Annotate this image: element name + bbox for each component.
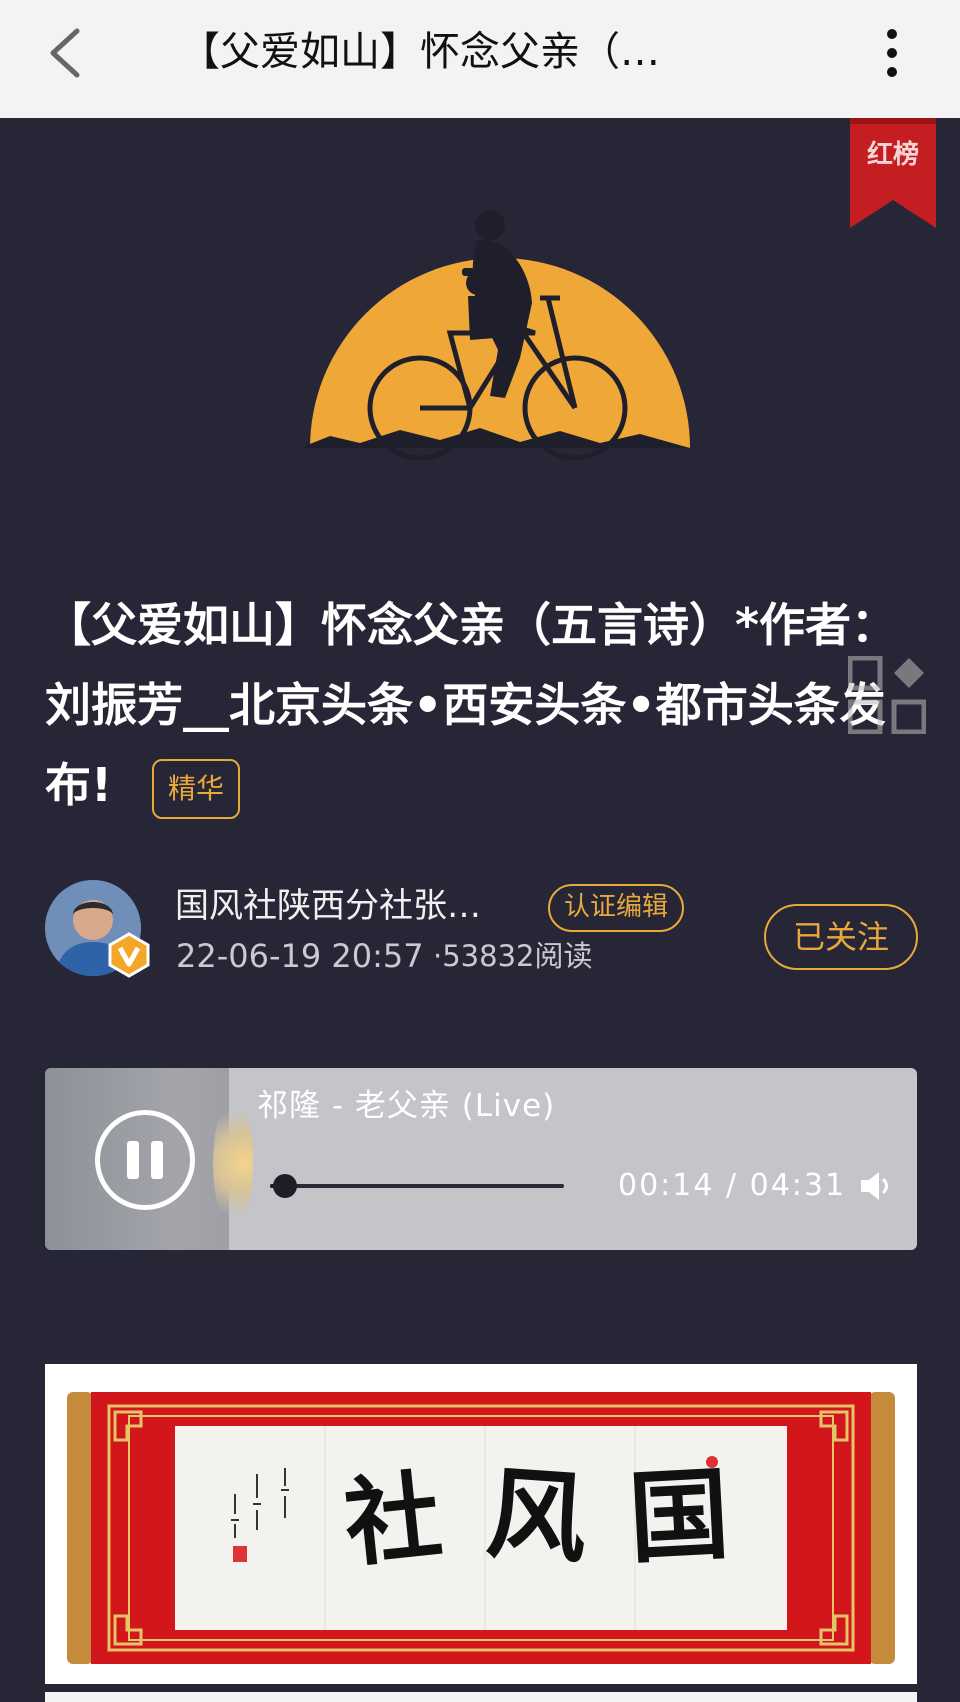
red-ribbon-badge: 红榜 [850, 118, 936, 228]
grid-apps-icon[interactable] [848, 656, 926, 734]
calligraphy-char-2: 风 [483, 1453, 591, 1579]
calligraphy-scroll-image[interactable]: 社 风 国 [45, 1364, 917, 1684]
calligraphy-char-3: 国 [625, 1454, 733, 1578]
article-title: 【父爱如山】怀念父亲（五言诗）*作者：刘振芳__北京头条•西安头条•都市头条发布… [45, 585, 915, 825]
progress-bar[interactable] [270, 1174, 564, 1198]
post-timestamp: 22-06-19 20:57 [176, 937, 424, 975]
song-title: 祁隆 - 老父亲 (Live) [257, 1088, 556, 1124]
pause-button[interactable] [95, 1110, 195, 1210]
hero-banner-image [300, 210, 690, 461]
ribbon-text: 红榜 [867, 139, 919, 170]
author-name[interactable]: 国风社陕西分社张… [175, 882, 535, 930]
speaker-icon[interactable] [857, 1168, 897, 1204]
back-button[interactable] [30, 18, 100, 88]
top-nav-bar: 【父爱如山】怀念父亲（… [0, 0, 960, 118]
more-options-button[interactable] [862, 18, 922, 88]
progress-knob[interactable] [273, 1174, 298, 1198]
playback-time: 00:14 / 04:31 [618, 1168, 847, 1203]
follow-button[interactable]: 已关注 [764, 904, 918, 970]
verified-v-icon [108, 932, 150, 978]
next-image-edge [45, 1692, 917, 1702]
verified-editor-tag: 认证编辑 [548, 884, 685, 932]
calligraphy-char-1: 社 [339, 1458, 447, 1581]
read-count: ·53832阅读 [433, 939, 593, 973]
pause-icon [127, 1141, 139, 1179]
chevron-left-icon [50, 28, 80, 78]
audio-player: 祁隆 - 老父亲 (Live) 00:14 / 04:31 [45, 1068, 917, 1250]
more-vertical-icon [887, 29, 897, 39]
featured-tag: 精华 [151, 758, 240, 819]
page-title: 【父爱如山】怀念父亲（… [180, 29, 660, 75]
album-cover-edge [213, 1098, 253, 1228]
